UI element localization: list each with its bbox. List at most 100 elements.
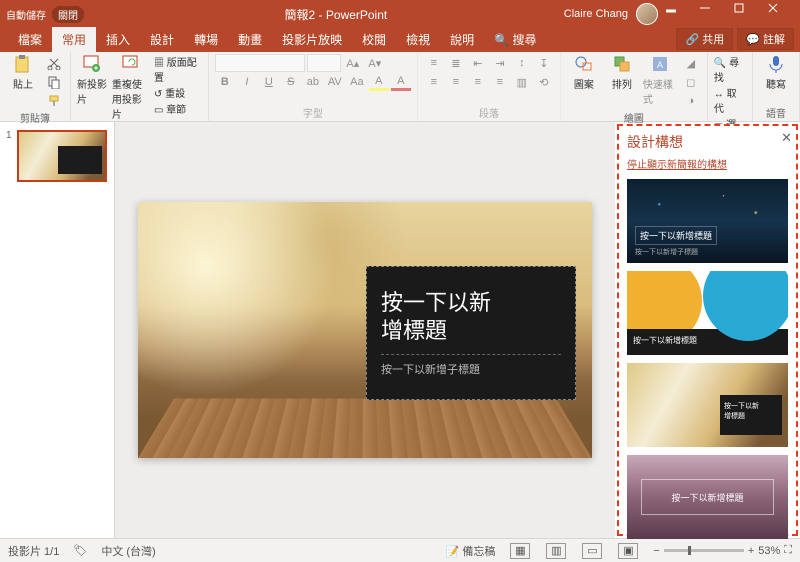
indent-left-icon[interactable]: ⇤ [468, 54, 488, 72]
shrink-font-icon[interactable]: A▾ [365, 54, 385, 72]
spellcheck-icon[interactable]: 🏷 [73, 544, 87, 557]
group-editing: 🔍 尋找 ↔ 取代 ▭ 選取 編輯 [708, 52, 753, 121]
design-idea-4[interactable]: 按一下以新增標題 [627, 455, 788, 539]
indent-right-icon[interactable]: ⇥ [490, 54, 510, 72]
group-paragraph: ≡ ≣ ⇤ ⇥ ↕ ↧ ≡ ≡ ≡ ≡ ▥ ⟲ 段落 [418, 52, 561, 121]
tab-slideshow[interactable]: 投影片放映 [272, 27, 352, 52]
columns-icon[interactable]: ▥ [512, 73, 532, 91]
align-center-icon[interactable]: ≡ [446, 73, 466, 91]
numbering-icon[interactable]: ≣ [446, 54, 466, 72]
reading-view-icon[interactable]: ▭ [582, 543, 602, 559]
format-painter-icon[interactable] [44, 92, 64, 110]
section-button[interactable]: ▭ 章節 [154, 101, 202, 116]
italic-icon[interactable]: I [237, 73, 257, 91]
zoom-control[interactable]: − + 53% ⛶ [653, 544, 792, 557]
language-status[interactable]: 中文 (台灣) [101, 543, 155, 559]
cut-icon[interactable] [44, 54, 64, 72]
ribbon-tabs: 檔案 常用 插入 設計 轉場 動畫 投影片放映 校閱 檢視 說明 🔍 搜尋 🔗 … [0, 28, 800, 52]
highlight-icon[interactable]: A [369, 73, 389, 91]
subtitle-placeholder[interactable]: 按一下以新增子標題 [381, 354, 561, 377]
copy-icon[interactable] [44, 73, 64, 91]
strike-icon[interactable]: S [281, 73, 301, 91]
design-ideas-pane: ✕ 設計構想 停止顯示新簡報的構想 按一下以新增標題 按一下以新增子標題 按一下… [617, 124, 798, 536]
reset-button[interactable]: ↺ 重設 [154, 85, 202, 100]
quick-styles-button[interactable]: A 快速樣式 [643, 54, 677, 106]
arrange-button[interactable]: 排列 [605, 54, 639, 91]
layout-button[interactable]: ▦ 版面配置 [154, 54, 202, 84]
justify-icon[interactable]: ≡ [490, 73, 510, 91]
bullets-icon[interactable]: ≡ [424, 54, 444, 72]
font-size-select[interactable] [307, 54, 341, 72]
tab-search[interactable]: 🔍 搜尋 [484, 27, 546, 52]
shadow-icon[interactable]: ab [303, 73, 323, 91]
replace-button[interactable]: ↔ 取代 [714, 85, 746, 115]
group-voice: 聽寫 語音 [753, 52, 800, 121]
design-idea-2[interactable]: 按一下以新增標題 [627, 271, 788, 355]
smartart-icon[interactable]: ⟲ [534, 73, 554, 91]
tab-help[interactable]: 說明 [440, 27, 484, 52]
bold-icon[interactable]: B [215, 73, 235, 91]
reuse-slide-button[interactable]: 重複使用投影片 [112, 54, 150, 121]
shapes-button[interactable]: 圖案 [567, 54, 601, 91]
align-left-icon[interactable]: ≡ [424, 73, 444, 91]
shape-fill-icon[interactable]: ◢ [681, 54, 701, 72]
text-direction-icon[interactable]: ↧ [534, 54, 554, 72]
autosave-toggle[interactable]: 關閉 [52, 6, 84, 23]
comments-button[interactable]: 💬 註解 [737, 28, 794, 50]
avatar[interactable] [636, 3, 658, 25]
maximize-icon[interactable] [734, 3, 760, 25]
find-button[interactable]: 🔍 尋找 [714, 54, 746, 84]
dictate-button[interactable]: 聽寫 [759, 54, 793, 91]
title-bar: 自動儲存 關閉 簡報2 - PowerPoint Claire Chang [0, 0, 800, 28]
zoom-out-icon[interactable]: − [653, 545, 659, 557]
font-family-select[interactable] [215, 54, 305, 72]
line-spacing-icon[interactable]: ↕ [512, 54, 532, 72]
underline-icon[interactable]: U [259, 73, 279, 91]
user-name[interactable]: Claire Chang [564, 8, 628, 20]
spacing-icon[interactable]: AV [325, 73, 345, 91]
tab-view[interactable]: 檢視 [396, 27, 440, 52]
workspace: 1 按一下以新增標題 按一下以新增子標題 ✕ 設計構想 停止顯示新簡報的構想 按… [0, 122, 800, 538]
design-idea-1[interactable]: 按一下以新增標題 按一下以新增子標題 [627, 179, 788, 263]
tab-animations[interactable]: 動畫 [228, 27, 272, 52]
tab-file[interactable]: 檔案 [8, 27, 52, 52]
stop-suggestions-link[interactable]: 停止顯示新簡報的構想 [627, 156, 788, 171]
close-pane-icon[interactable]: ✕ [781, 130, 792, 146]
paste-button[interactable]: 貼上 [6, 54, 40, 91]
tab-transitions[interactable]: 轉場 [184, 27, 228, 52]
thumbnail-pane[interactable]: 1 [0, 122, 115, 538]
slide-editor[interactable]: 按一下以新增標題 按一下以新增子標題 [115, 122, 615, 538]
group-label-font: 字型 [215, 105, 411, 121]
shape-outline-icon[interactable]: ◻ [681, 73, 701, 91]
share-button[interactable]: 🔗 共用 [676, 28, 733, 50]
zoom-slider[interactable] [664, 549, 744, 552]
slide-thumbnail[interactable] [17, 130, 107, 182]
group-clipboard: 貼上 剪貼簿 [0, 52, 71, 121]
tab-insert[interactable]: 插入 [96, 27, 140, 52]
slideshow-view-icon[interactable]: ▣ [618, 543, 638, 559]
ribbon: 貼上 剪貼簿 新投影片 重複使用投影片 ▦ 版面配置 ↺ 重設 ▭ 章節 [0, 52, 800, 122]
new-slide-button[interactable]: 新投影片 [77, 54, 108, 106]
notes-button[interactable]: 📝 備忘稿 [446, 543, 496, 559]
minimize-icon[interactable] [700, 3, 726, 25]
close-icon[interactable] [768, 3, 794, 25]
align-right-icon[interactable]: ≡ [468, 73, 488, 91]
tab-home[interactable]: 常用 [52, 27, 96, 52]
zoom-percent[interactable]: 53% [758, 545, 780, 557]
slide-canvas[interactable]: 按一下以新增標題 按一下以新增子標題 [138, 202, 592, 458]
sorter-view-icon[interactable]: ▥ [546, 543, 566, 559]
fit-to-window-icon[interactable]: ⛶ [784, 544, 792, 557]
slide-counter[interactable]: 投影片 1/1 [8, 543, 59, 559]
grow-font-icon[interactable]: A▴ [343, 54, 363, 72]
svg-text:A: A [657, 60, 663, 70]
normal-view-icon[interactable]: ▦ [510, 543, 530, 559]
shape-effects-icon[interactable]: ◑ [681, 92, 701, 110]
zoom-in-icon[interactable]: + [748, 545, 754, 557]
title-placeholder[interactable]: 按一下以新增標題 按一下以新增子標題 [366, 266, 576, 400]
case-icon[interactable]: Aa [347, 73, 367, 91]
font-color-icon[interactable]: A [391, 73, 411, 91]
tab-review[interactable]: 校閱 [352, 27, 396, 52]
tab-design[interactable]: 設計 [140, 27, 184, 52]
design-idea-3[interactable]: 按一下以新增標題 [627, 363, 788, 447]
ribbon-options-icon[interactable] [666, 3, 692, 25]
